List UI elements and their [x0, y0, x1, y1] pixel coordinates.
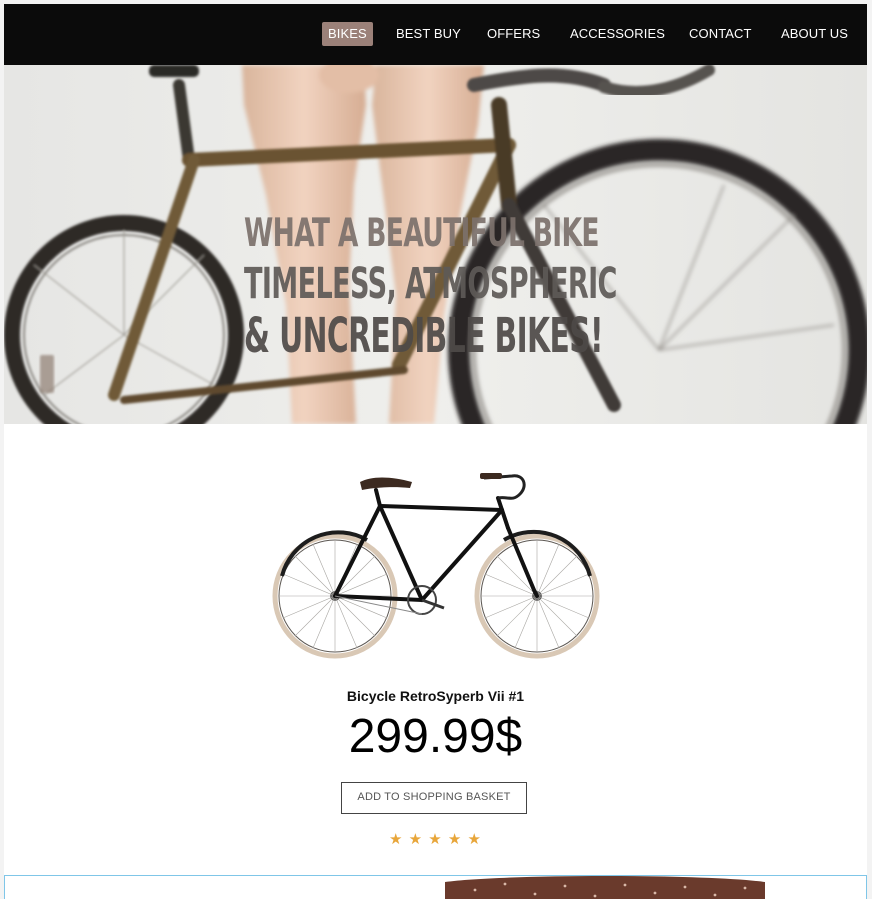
add-to-basket-button[interactable]: ADD TO SHOPPING BASKET — [341, 782, 527, 814]
star-icon: ★ — [447, 831, 463, 848]
star-icon: ★ — [389, 831, 404, 848]
hero-banner: WHAT A BEAUTIFUL BIKE TIMELESS, ATMOSPHE… — [4, 65, 867, 424]
next-product-section — [4, 875, 867, 899]
product-rating: ★ ★ ★ ★ ★ — [4, 830, 867, 848]
star-icon: ★ — [428, 831, 443, 848]
hero-line-3: & UNCREDIBLE BIKES! — [244, 308, 604, 364]
nav-item-bikes[interactable]: BIKES — [322, 22, 373, 46]
nav-item-accessories[interactable]: ACCESSORIES — [564, 22, 671, 46]
main-navbar: BIKES BEST BUY OFFERS ACCESSORIES CONTAC… — [4, 4, 867, 65]
nav-item-best-buy[interactable]: BEST BUY — [390, 22, 467, 46]
page-frame: BIKES BEST BUY OFFERS ACCESSORIES CONTAC… — [4, 4, 867, 899]
product-bike-image[interactable] — [272, 468, 602, 664]
star-icon: ★ — [408, 831, 424, 848]
nav-item-contact[interactable]: CONTACT — [683, 22, 758, 46]
product-name[interactable]: Bicycle RetroSyperb Vii #1 — [4, 688, 867, 704]
hero-line-2: TIMELESS, ATMOSPHERIC — [244, 259, 617, 309]
product-price: 299.99$ — [348, 710, 523, 763]
nav-item-offers[interactable]: OFFERS — [481, 22, 546, 46]
hero-line-1: WHAT A BEAUTIFUL BIKE — [244, 211, 599, 256]
star-icon: ★ — [467, 831, 482, 848]
hero-headline: WHAT A BEAUTIFUL BIKE TIMELESS, ATMOSPHE… — [244, 209, 644, 363]
next-product-image — [445, 876, 765, 899]
nav-item-about-us[interactable]: ABOUT US — [775, 22, 854, 46]
